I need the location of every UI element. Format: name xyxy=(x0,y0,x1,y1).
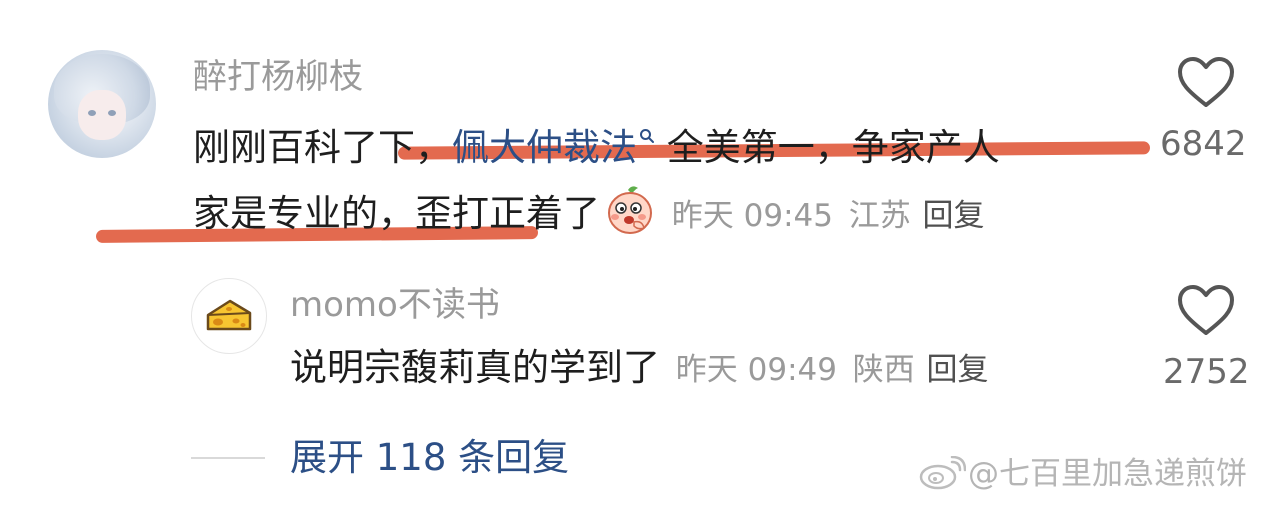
avatar-face xyxy=(78,90,126,140)
search-icon[interactable] xyxy=(639,128,655,149)
like-button[interactable] xyxy=(1176,56,1236,112)
reply-location: 陕西 xyxy=(852,352,915,388)
heart-icon[interactable] xyxy=(1176,284,1236,336)
peach-face-emoji-icon xyxy=(604,184,656,236)
expand-replies-button[interactable]: 展开 118 条回复 xyxy=(290,434,569,482)
heart-icon[interactable] xyxy=(1176,56,1236,108)
reply-text: 说明宗馥莉真的学到了 xyxy=(290,346,660,389)
comment-text: 刚刚百科了下， xyxy=(193,126,452,169)
comment-username[interactable]: 醉打杨柳枝 xyxy=(193,54,363,100)
reply-text-line: 说明宗馥莉真的学到了 昨天 09:49 陕西 回复 xyxy=(290,342,989,396)
comment-text-line-2: 家是专业的，歪打正着了 昨天 09:45 江苏 回复 xyxy=(193,184,985,242)
cheese-icon xyxy=(206,299,252,331)
avatar[interactable] xyxy=(191,278,267,354)
like-count: 2752 xyxy=(1163,352,1250,392)
avatar-eye xyxy=(108,110,116,116)
watermark: @七百里加急递煎饼 xyxy=(918,454,1247,494)
reply-username[interactable]: momo不读书 xyxy=(290,282,500,328)
comment-text: 家是专业的，歪打正着了 xyxy=(193,192,600,235)
comment-location: 江苏 xyxy=(848,198,911,234)
avatar[interactable] xyxy=(48,50,156,158)
avatar-eye xyxy=(88,110,96,116)
reply-button[interactable]: 回复 xyxy=(927,352,989,388)
comment-time: 昨天 09:45 xyxy=(671,198,833,234)
weibo-logo-icon xyxy=(918,455,967,490)
watermark-text: @七百里加急递煎饼 xyxy=(968,456,1247,492)
comment-text: 全美第一，争家产人 xyxy=(666,126,1000,169)
search-link[interactable]: 佩大仲裁法 xyxy=(452,126,637,169)
reply-button[interactable]: 回复 xyxy=(923,198,985,234)
divider xyxy=(191,457,265,459)
like-button[interactable] xyxy=(1176,284,1236,340)
comment-text-line-1: 刚刚百科了下，佩大仲裁法 全美第一，争家产人 xyxy=(193,122,1000,181)
reply-time: 昨天 09:49 xyxy=(675,352,837,388)
like-count: 6842 xyxy=(1160,124,1247,164)
